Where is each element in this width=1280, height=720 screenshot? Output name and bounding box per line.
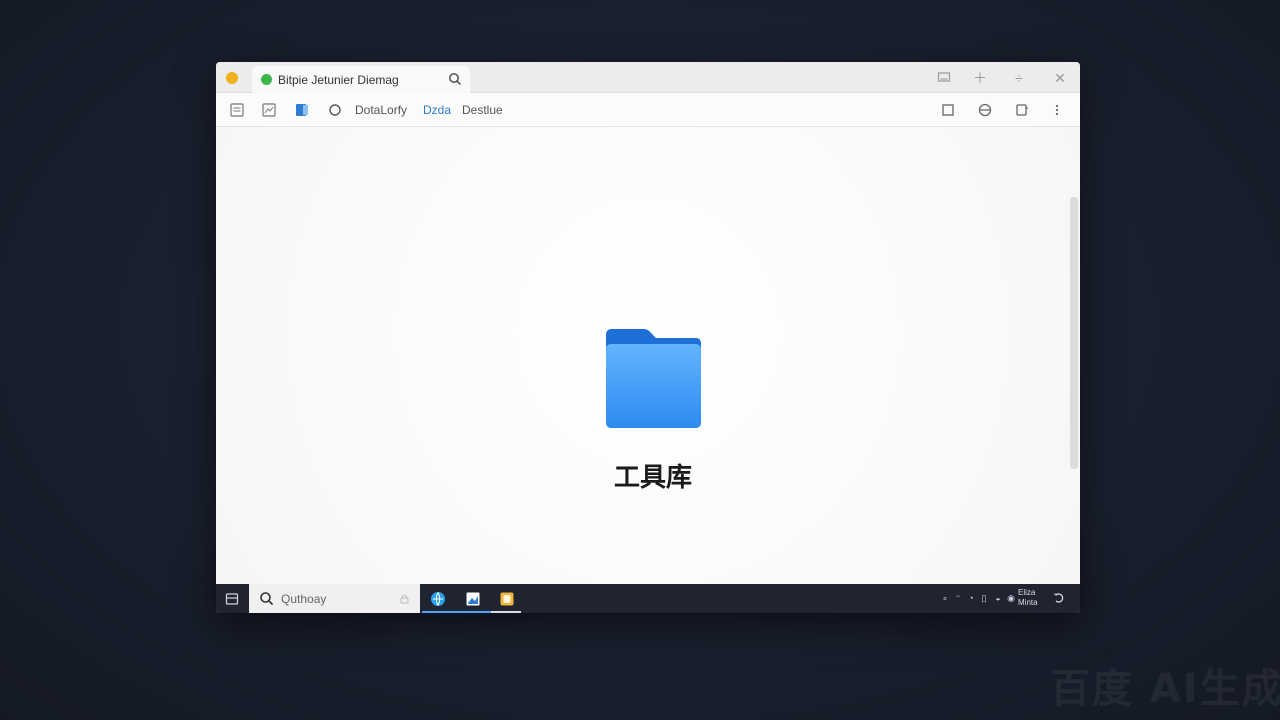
chevron-up-icon[interactable]: ∘: [940, 593, 950, 603]
start-icon[interactable]: [224, 591, 240, 607]
title-bar: Bitpie Jetunier Diemag ＋ ÷ ✕: [216, 62, 1080, 93]
lock-icon: [400, 594, 409, 604]
tab-title: Bitpie Jetunier Diemag: [278, 73, 399, 87]
window-icon[interactable]: [1014, 102, 1030, 118]
toolbar-link-0[interactable]: DotaLorfy: [355, 103, 407, 117]
scrollbar[interactable]: [1070, 197, 1078, 469]
close-icon[interactable]: ✕: [1052, 70, 1068, 86]
folder-icon[interactable]: [602, 327, 704, 431]
window-minimize-dot[interactable]: [226, 72, 238, 84]
globe-icon[interactable]: [977, 102, 993, 118]
split-icon[interactable]: ÷: [1011, 70, 1027, 86]
clock-line-1: Eliza: [1018, 588, 1036, 597]
toolbar: DotaLorfy Dzda Destlue: [216, 93, 1080, 127]
image-icon[interactable]: [261, 102, 277, 118]
volume-icon[interactable]: ◒: [993, 593, 1003, 603]
notification-icon[interactable]: [1053, 592, 1065, 604]
keyboard-icon[interactable]: ◉: [1006, 593, 1016, 603]
tab-active[interactable]: Bitpie Jetunier Diemag: [252, 66, 470, 93]
watermark: 百度 AI生成: [1050, 666, 1280, 712]
clock[interactable]: Eliza Minta: [1018, 588, 1048, 608]
more-icon[interactable]: [1049, 102, 1065, 118]
search-icon: [260, 592, 274, 606]
content-area: 工具库: [216, 127, 1080, 584]
globe-icon: [431, 592, 445, 606]
tab-status-dot: [261, 74, 272, 85]
taskbar-app-notes[interactable]: [491, 584, 521, 613]
folder-label[interactable]: 工具库: [548, 457, 758, 494]
file-icon: [466, 592, 480, 606]
taskbar: Quthoay ∘ ᵔ ◔ ▯ ◒ ◉ Eliza Minta: [216, 584, 1080, 613]
network-icon[interactable]: ᵔ: [953, 593, 963, 603]
toolbar-link-1[interactable]: Dzda: [423, 103, 451, 117]
taskbar-search[interactable]: Quthoay: [249, 584, 420, 613]
new-tab-icon[interactable]: ＋: [972, 70, 988, 86]
document-icon[interactable]: [229, 102, 245, 118]
search-icon[interactable]: [448, 72, 462, 86]
toolbar-link-2[interactable]: Destlue: [462, 103, 503, 117]
notes-icon: [500, 592, 514, 606]
battery-icon[interactable]: ▯: [979, 593, 989, 603]
book-icon[interactable]: [294, 102, 310, 118]
app-window: Bitpie Jetunier Diemag ＋ ÷ ✕ DotaLorfy D…: [216, 62, 1080, 613]
wifi-icon[interactable]: ◔: [966, 593, 976, 603]
open-indicator: [491, 611, 521, 613]
picture-icon[interactable]: [936, 70, 952, 86]
search-placeholder: Quthoay: [281, 592, 327, 606]
clock-line-2: Minta: [1018, 598, 1038, 607]
square-icon[interactable]: [940, 102, 956, 118]
circle-icon[interactable]: [327, 102, 343, 118]
taskbar-app-files[interactable]: [457, 584, 487, 613]
taskbar-app-browser[interactable]: [422, 584, 492, 613]
